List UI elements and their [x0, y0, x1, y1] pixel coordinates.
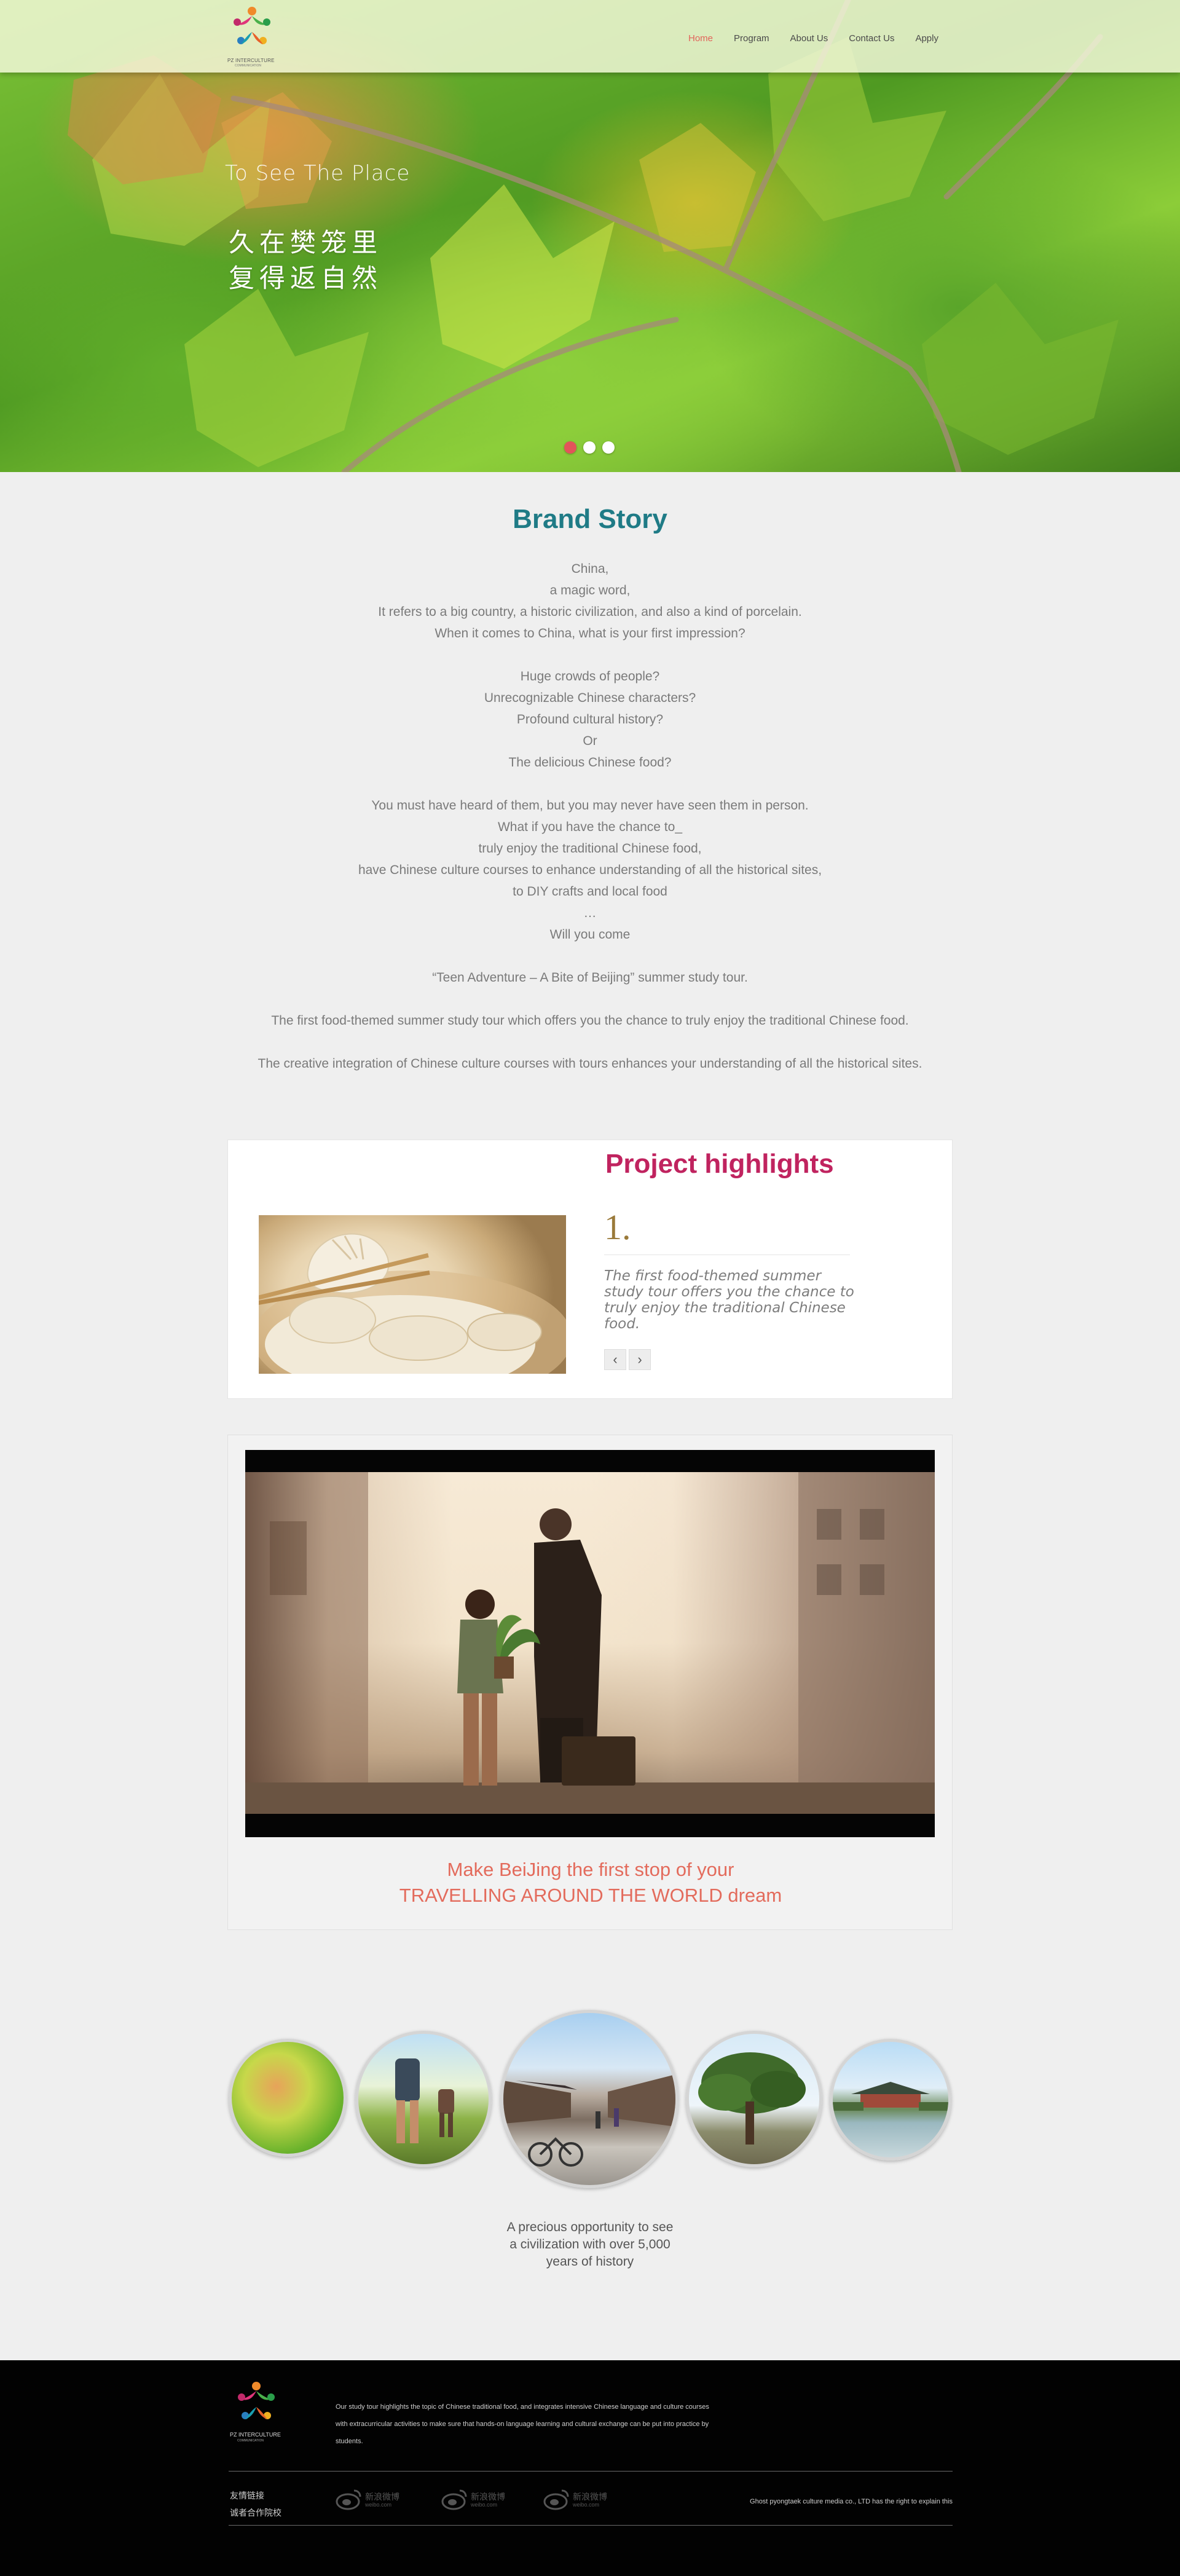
- logo-text: PZ INTERCULTURE: [227, 58, 275, 63]
- logo-subtext: COMMUNICATION: [235, 64, 261, 68]
- tree-illustration: [698, 2052, 806, 2145]
- video-section: Make BeiJing the first stop of your TRAV…: [227, 1435, 953, 1930]
- video-player[interactable]: [245, 1450, 935, 1837]
- hero-title-line2: 复得返自然: [229, 263, 383, 293]
- nav-program[interactable]: Program: [734, 33, 769, 44]
- gallery-leaves-photo[interactable]: [229, 2039, 347, 2157]
- weibo-icon: [336, 2489, 361, 2510]
- next-button[interactable]: ›: [629, 1349, 651, 1370]
- footer-link-friends[interactable]: 友情链接: [230, 2487, 281, 2504]
- video-caption-line2: TRAVELLING AROUND THE WORLD dream: [399, 1885, 782, 1906]
- top-navbar: PZ INTERCULTURE COMMUNICATION Home Progr…: [0, 0, 1180, 73]
- weibo-link-2[interactable]: 新浪微博 weibo.com: [441, 2487, 515, 2514]
- story-line: have Chinese culture courses to enhance …: [358, 863, 822, 877]
- nav-contact-us[interactable]: Contact Us: [849, 33, 894, 44]
- weibo-url-2: weibo.com: [471, 2502, 498, 2508]
- weibo-link-3[interactable]: 新浪微博 weibo.com: [543, 2487, 617, 2514]
- story-line: When it comes to China, what is your fir…: [435, 626, 745, 640]
- weibo-label-3: 新浪微博: [573, 2492, 607, 2502]
- footer-link-partners[interactable]: 诚者合作院校: [230, 2504, 281, 2521]
- slider-dot-3[interactable]: [602, 441, 615, 454]
- footer-logo[interactable]: PZ INTERCULTURE COMMUNICATION: [229, 2379, 284, 2445]
- highlight-number: 1.: [604, 1207, 631, 1247]
- gallery-lake-pavilion-photo[interactable]: [830, 2039, 951, 2160]
- site-logo[interactable]: PZ INTERCULTURE COMMUNICATION: [226, 4, 278, 68]
- story-line: You must have heard of them, but you may…: [371, 798, 809, 813]
- hero-subtitle: To See The Place: [225, 161, 411, 186]
- slider-dot-2[interactable]: [583, 441, 596, 454]
- story-line: It refers to a big country, a historic c…: [378, 605, 802, 619]
- hero-title: 久在樊笼里 复得返自然: [229, 225, 382, 296]
- dumplings-illustration: [259, 1233, 566, 1374]
- prev-button[interactable]: ‹: [604, 1349, 626, 1370]
- hikers-illustration: [395, 2058, 454, 2143]
- video-caption: Make BeiJing the first stop of your TRAV…: [228, 1857, 953, 1908]
- story-line: The creative integration of Chinese cult…: [258, 1057, 922, 1071]
- weibo-icon: [543, 2489, 569, 2510]
- main-nav: Home Program About Us Contact Us Apply: [688, 33, 959, 44]
- story-line: [0, 945, 1180, 967]
- footer-divider-bottom: [229, 2525, 953, 2526]
- story-line: [0, 773, 1180, 795]
- brand-story-text: China, a magic word, It refers to a big co…: [0, 558, 1180, 1074]
- gallery-tree-photo[interactable]: [686, 2031, 822, 2167]
- pavilion-illustration: [833, 2082, 948, 2111]
- footer-description: Our study tour highlights the topic of C…: [336, 2403, 709, 2445]
- weibo-icon: [441, 2489, 467, 2510]
- story-line: [0, 1031, 1180, 1053]
- brand-story-title: Brand Story: [513, 504, 667, 534]
- story-line: Huge crowds of people?: [520, 669, 660, 683]
- project-highlights: Project highlights 1. The first food-the…: [227, 1140, 953, 1399]
- video-caption-line1: Make BeiJing the first stop of your: [447, 1859, 734, 1880]
- gallery-caption-line1: A precious opportunity to see: [506, 2220, 674, 2234]
- footer-links: 友情链接 诚者合作院校: [230, 2487, 281, 2521]
- highlight-text: The first food-themed summer study tour …: [604, 1268, 854, 1332]
- footer-logo-subtext: COMMUNICATION: [237, 2439, 264, 2443]
- story-line: The delicious Chinese food?: [508, 755, 672, 770]
- story-line: …: [583, 906, 597, 920]
- story-line: What if you have the chance to_: [497, 820, 683, 834]
- story-line: China,: [571, 562, 609, 576]
- nav-about-us[interactable]: About Us: [790, 33, 828, 44]
- story-line: a magic word,: [549, 583, 631, 597]
- footer-copyright: Ghost pyongtaek culture media co., LTD h…: [750, 2498, 953, 2505]
- slider-dots: [564, 441, 615, 454]
- hero-banner: PZ INTERCULTURE COMMUNICATION Home Progr…: [0, 0, 1180, 472]
- logo-mark-icon: [234, 7, 270, 44]
- weibo-label-2: 新浪微博: [471, 2492, 505, 2502]
- story-line: Or: [583, 734, 597, 748]
- gallery-caption-line3: years of history: [546, 2255, 634, 2269]
- site-footer: PZ INTERCULTURE COMMUNICATION Our study …: [0, 2360, 1180, 2576]
- slider-dot-1[interactable]: [564, 441, 576, 454]
- story-line: truly enjoy the traditional Chinese food…: [478, 841, 702, 856]
- story-line: Will you come: [549, 928, 631, 942]
- story-line: “Teen Adventure – A Bite of Beijing” sum…: [432, 971, 748, 985]
- dumplings-photo: [259, 1215, 566, 1374]
- page: PZ INTERCULTURE COMMUNICATION Home Progr…: [0, 0, 1180, 2576]
- footer-logo-text: PZ INTERCULTURE: [230, 2432, 281, 2438]
- gallery-hikers-photo[interactable]: [355, 2031, 492, 2167]
- gallery-hutong-street-photo[interactable]: [500, 2010, 678, 2188]
- gallery-caption: A precious opportunity to see a civiliza…: [467, 2219, 713, 2271]
- hero-title-line1: 久在樊笼里: [229, 227, 383, 258]
- highlights-title: Project highlights: [605, 1149, 834, 1179]
- weibo-url-1: weibo.com: [365, 2502, 392, 2508]
- weibo-url-3: weibo.com: [573, 2502, 600, 2508]
- footer-logo-mark-icon: [238, 2382, 275, 2419]
- story-line: Profound cultural history?: [516, 712, 664, 727]
- story-line: The first food-themed summer study tour …: [271, 1014, 909, 1028]
- story-line: Unrecognizable Chinese characters?: [484, 691, 696, 705]
- nav-apply[interactable]: Apply: [915, 33, 938, 44]
- weibo-link-1[interactable]: 新浪微博 weibo.com: [336, 2487, 409, 2514]
- hutong-illustration: [503, 2074, 675, 2167]
- weibo-label-1: 新浪微博: [365, 2492, 399, 2502]
- video-scene-illustration: [245, 1472, 935, 1814]
- nav-home[interactable]: Home: [688, 33, 713, 44]
- story-line: [0, 644, 1180, 666]
- gallery-caption-line2: a civilization with over 5,000: [509, 2237, 671, 2251]
- story-line: to DIY crafts and local food: [513, 884, 667, 899]
- footer-divider-top: [229, 2471, 953, 2472]
- video-still: [245, 1472, 935, 1814]
- story-line: [0, 988, 1180, 1010]
